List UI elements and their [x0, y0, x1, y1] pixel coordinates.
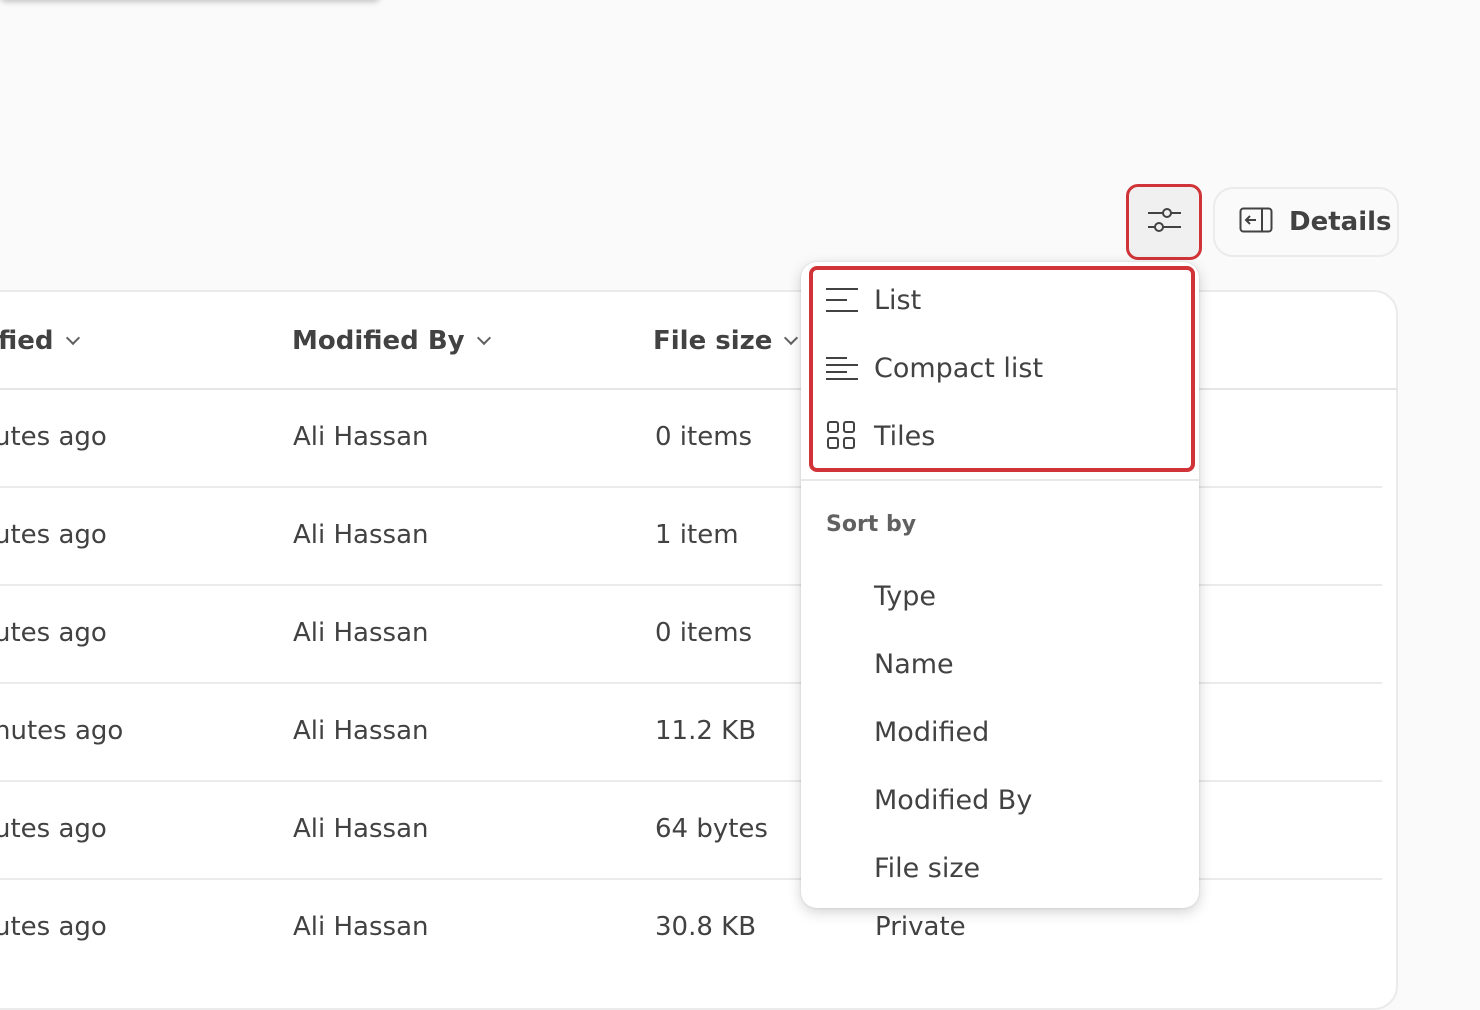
chevron-down-icon [65, 330, 80, 346]
menu-item-label: Type [874, 580, 937, 612]
file-size-cell: 1 item [655, 520, 739, 550]
view-options-menu: List Compact list Tiles Sort by Type Nam… [801, 262, 1199, 908]
menu-item-compact-list[interactable]: Compact list [801, 338, 1199, 398]
file-size-cell: 64 bytes [655, 814, 768, 844]
compact-list-icon [825, 352, 859, 384]
file-size-cell: 0 items [655, 422, 753, 452]
modified-cell: nutes ago [0, 716, 124, 746]
modified-by-cell: Ali Hassan [293, 814, 429, 844]
column-header-label: File size [653, 326, 773, 356]
menu-item-label: Compact list [874, 352, 1044, 384]
sharing-cell: Private [875, 912, 966, 942]
sort-by-heading: Sort by [826, 512, 917, 537]
column-header-label: Modified By [292, 326, 465, 356]
menu-item-label: Modified [874, 716, 990, 748]
menu-item-sort-type[interactable]: Type [801, 566, 1199, 626]
sliders-icon [1147, 205, 1181, 239]
menu-item-list[interactable]: List [801, 270, 1199, 330]
modified-by-cell: Ali Hassan [293, 422, 429, 452]
file-size-cell: 30.8 KB [655, 912, 757, 942]
chevron-down-icon [476, 330, 491, 346]
file-size-cell: 11.2 KB [655, 716, 757, 746]
menu-item-sort-file-size[interactable]: File size [801, 838, 1199, 898]
modified-cell: utes ago [0, 520, 107, 550]
panel-left-arrow-icon [1239, 207, 1273, 237]
menu-item-label: List [874, 284, 922, 316]
menu-item-label: Modified By [874, 784, 1033, 816]
menu-divider [801, 479, 1199, 481]
modified-cell: utes ago [0, 912, 107, 942]
file-size-cell: 0 items [655, 618, 753, 648]
modified-cell: utes ago [0, 422, 107, 452]
details-label: Details [1289, 207, 1392, 237]
details-button[interactable]: Details [1213, 187, 1399, 257]
column-header-modified-by[interactable]: Modified By [292, 326, 491, 356]
modified-by-cell: Ali Hassan [293, 912, 429, 942]
modified-cell: utes ago [0, 618, 107, 648]
menu-item-label: Tiles [874, 420, 936, 452]
modified-by-cell: Ali Hassan [293, 520, 429, 550]
column-header-label: fied [0, 326, 54, 356]
menu-item-sort-modified[interactable]: Modified [801, 702, 1199, 762]
menu-item-label: Name [874, 648, 954, 680]
menu-item-sort-modified-by[interactable]: Modified By [801, 770, 1199, 830]
menu-item-label: File size [874, 852, 981, 884]
view-options-button[interactable] [1126, 184, 1202, 260]
column-header-file-size[interactable]: File size [653, 326, 799, 356]
tiles-icon [825, 420, 859, 452]
menu-item-sort-name[interactable]: Name [801, 634, 1199, 694]
menu-item-tiles[interactable]: Tiles [801, 406, 1199, 466]
list-icon [825, 284, 859, 316]
chevron-down-icon [784, 330, 799, 346]
modified-by-cell: Ali Hassan [293, 618, 429, 648]
modified-by-cell: Ali Hassan [293, 716, 429, 746]
column-header-modified[interactable]: fied [0, 326, 80, 356]
modified-cell: utes ago [0, 814, 107, 844]
